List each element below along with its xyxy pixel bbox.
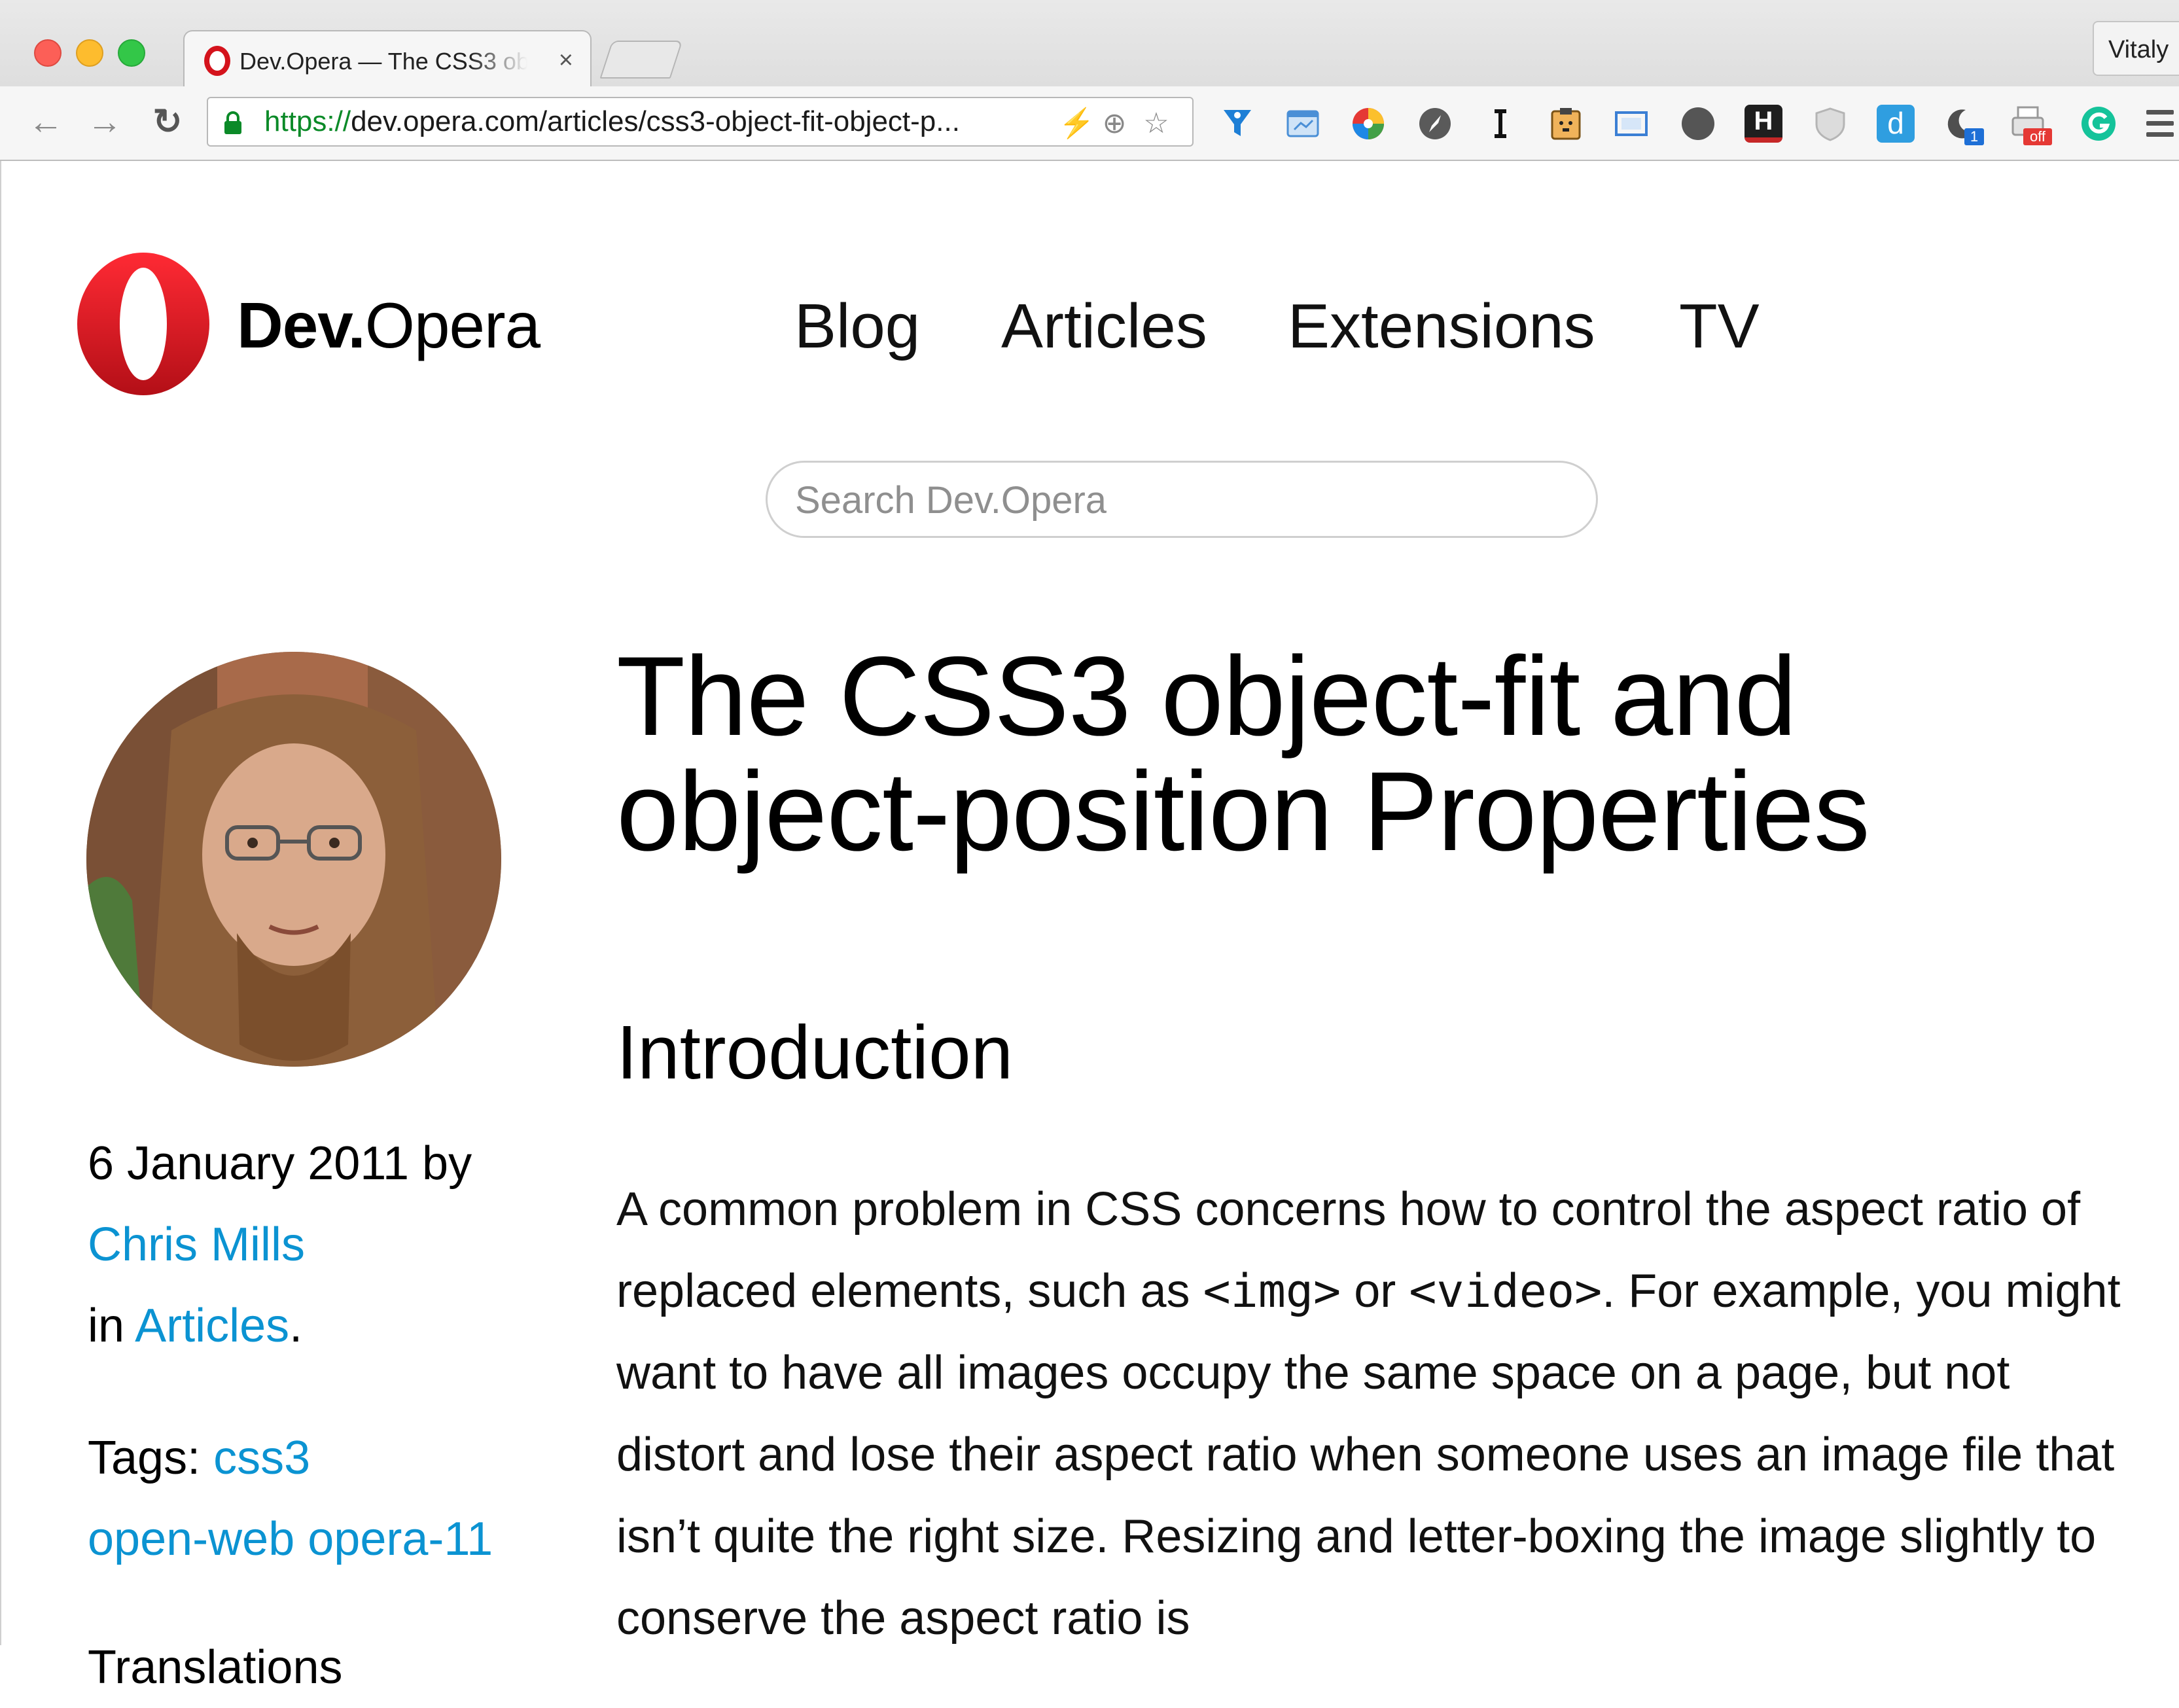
author-avatar [86,652,501,1067]
browser-toolbar: ← → ↻ https://dev.opera.com/articles/css… [0,86,2179,161]
category-suffix: . [289,1300,303,1352]
article-title: The CSS3 object-fit and object-position … [616,639,2121,869]
window-maximize-button[interactable] [118,39,145,67]
site-logo-text[interactable]: Dev.Opera [237,289,540,361]
article-title-line-2: object-position Properties [616,749,1870,874]
menu-icon[interactable] [2146,110,2174,137]
new-tab-button[interactable] [599,41,683,79]
tab-strip: Dev.Opera — The CSS3 object-fit and obje… [0,0,2179,89]
reload-button[interactable]: ↻ [148,102,187,141]
back-button[interactable]: ← [26,102,65,141]
zoom-icon[interactable]: ⊕ [1098,107,1131,140]
browser-chrome: Dev.Opera — The CSS3 object-fit and obje… [0,0,2179,161]
printer-off-badge: off [2023,128,2052,145]
author-link[interactable]: Chris Mills [88,1219,305,1271]
window-extension-icon[interactable] [1284,105,1322,143]
forward-button[interactable]: → [85,102,124,141]
url-text[interactable]: https://dev.opera.com/articles/css3-obje… [264,98,1043,145]
intro-paragraph: A common problem in CSS concerns how to … [616,1169,2141,1660]
profile-button[interactable]: Vitaly [2093,21,2179,76]
grammarly-extension-icon[interactable] [2080,105,2117,143]
nav-articles[interactable]: Articles [1001,291,1207,363]
code-img: <img> [1203,1264,1341,1318]
tag-link[interactable]: opera-11 [308,1513,493,1565]
tab-title: Dev.Opera — The CSS3 object-fit and obje… [239,48,527,75]
article-meta: 6 January 2011 by Chris Mills in Article… [88,1123,559,1366]
tags-label: Tags: [88,1432,201,1484]
article-date: 6 January 2011 by [88,1137,472,1190]
shield-extension-icon[interactable] [1811,105,1849,143]
nav-tv[interactable]: TV [1679,291,1760,363]
article-tags: Tags: css3 open-web opera-11 [88,1417,559,1580]
code-video: <video> [1409,1264,1603,1318]
opera-favicon-icon [204,46,230,76]
address-bar[interactable]: https://dev.opera.com/articles/css3-obje… [207,97,1194,147]
printer-off-extension-icon[interactable]: off [2009,105,2052,145]
intro-text: or [1341,1265,1409,1317]
search-input[interactable] [794,463,1568,537]
intro-text: . For example, you might want to have al… [616,1265,2121,1645]
compass-extension-icon[interactable] [1416,105,1454,143]
section-heading: Introduction [616,1010,1014,1095]
moon-extension-icon[interactable]: 1 [1942,105,1984,145]
tag-link[interactable]: open-web [88,1513,294,1565]
funnel-extension-icon[interactable] [1218,105,1256,143]
h-extension-icon[interactable]: H [1745,105,1782,143]
window-minimize-button[interactable] [76,39,103,67]
article-title-line-1: The CSS3 object-fit and [616,633,1797,759]
in-label: in [88,1300,125,1352]
lock-icon [224,111,241,134]
search-box [766,461,1598,538]
window-close-button[interactable] [34,39,62,67]
logo-dev-text: Dev. [237,289,366,361]
tab-close-icon[interactable]: × [559,46,573,75]
color-wheel-extension-icon[interactable] [1349,105,1387,143]
logo-opera-text: Opera [364,289,540,361]
moon-badge: 1 [1964,128,1984,145]
nav-extensions[interactable]: Extensions [1288,291,1595,363]
opera-logo-icon[interactable] [76,251,211,397]
translations-label: Translations [88,1641,343,1694]
tab-dev-opera[interactable]: Dev.Opera — The CSS3 object-fit and obje… [183,30,592,89]
clipboard-extension-icon[interactable] [1547,105,1585,143]
nav-blog[interactable]: Blog [794,291,920,363]
url-scheme: https:// [264,105,351,137]
bookmark-star-icon[interactable]: ☆ [1140,107,1173,140]
tag-link[interactable]: css3 [213,1432,310,1484]
page-content: Dev.Opera Blog Articles Extensions TV 6 … [0,161,2179,1694]
url-path: dev.opera.com/articles/css3-object-fit-o… [351,105,960,137]
category-link[interactable]: Articles [135,1300,289,1352]
d-extension-icon[interactable]: d [1877,105,1915,143]
circle-extension-icon[interactable] [1679,105,1717,143]
screen-capture-extension-icon[interactable] [1612,105,1650,143]
cursor-text-extension-icon[interactable] [1481,105,1519,143]
bolt-icon[interactable]: ⚡ [1059,107,1095,140]
